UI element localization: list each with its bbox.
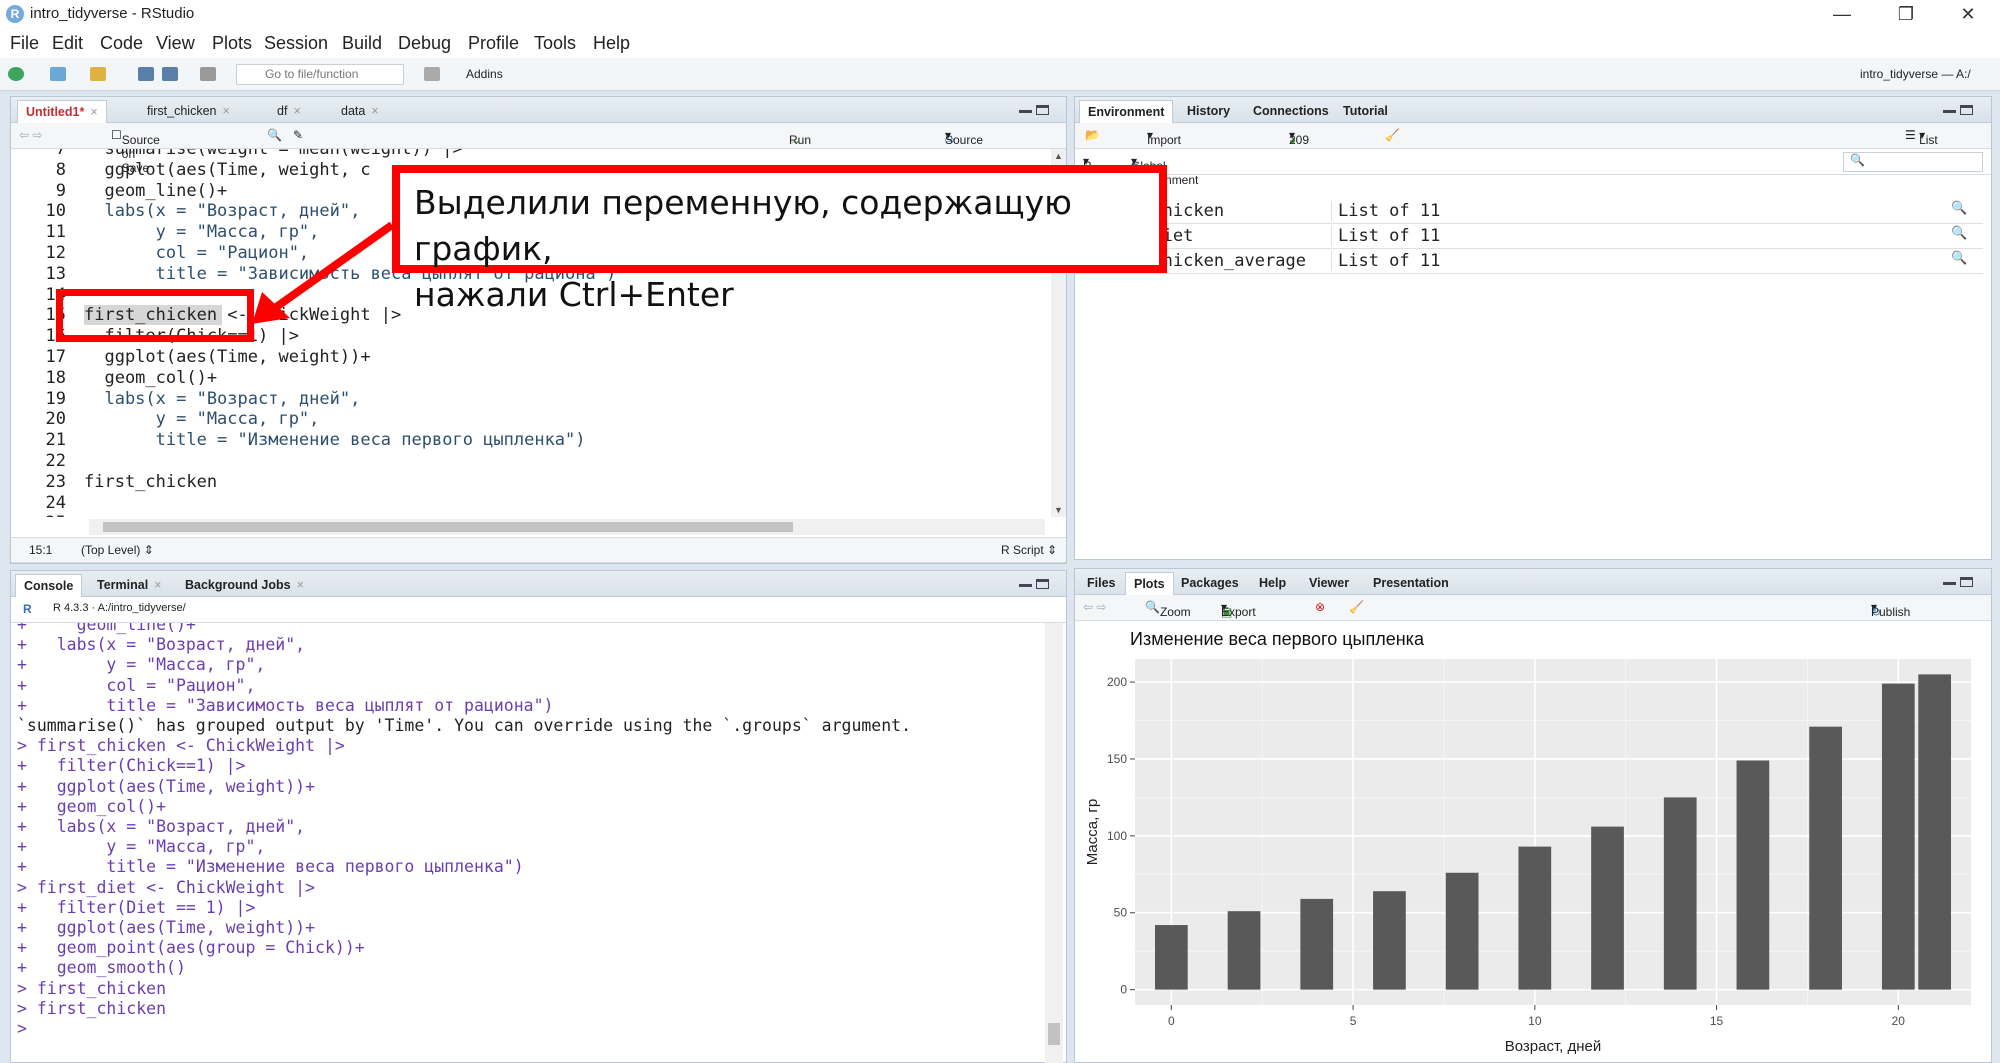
annotation-callout: Выделили переменную, содержащую график, … <box>392 165 1167 314</box>
callout-line-1: Выделили переменную, содержащую график, <box>414 183 1072 268</box>
arrow-shaft <box>269 221 395 314</box>
callout-line-2: нажали Ctrl+Enter <box>414 275 734 314</box>
annotation-arrow <box>252 221 395 324</box>
